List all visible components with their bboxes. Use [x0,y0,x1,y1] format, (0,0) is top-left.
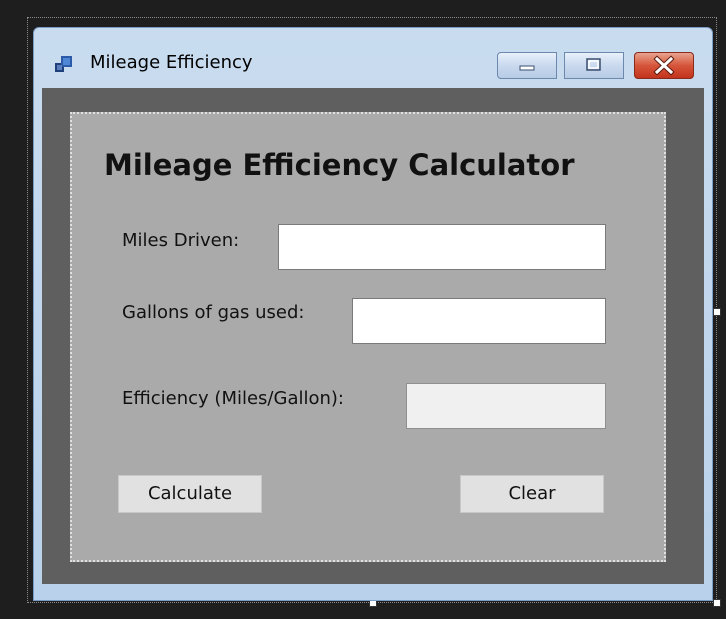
maximize-button[interactable] [564,52,624,79]
title-bar[interactable]: Mileage Efficiency [34,28,712,88]
calculate-button[interactable]: Calculate [118,475,262,513]
gallons-used-label: Gallons of gas used: [122,302,305,323]
miles-driven-input[interactable] [278,224,606,270]
gallons-used-input[interactable] [352,298,606,344]
efficiency-label: Efficiency (Miles/Gallon): [122,388,344,409]
winforms-app-icon [55,56,72,72]
efficiency-output [406,383,606,429]
clear-button[interactable]: Clear [460,475,604,513]
form-window: Mileage Efficiency Mileage Efficiency Ca… [33,27,713,601]
content-panel: Mileage Efficiency Calculator Miles Driv… [70,112,666,562]
minimize-button[interactable] [497,52,557,79]
close-icon [653,55,675,76]
form-heading: Mileage Efficiency Calculator [104,148,575,182]
close-button[interactable] [634,52,694,79]
maximize-icon [586,58,601,71]
form-client-area: Mileage Efficiency Calculator Miles Driv… [42,88,704,584]
miles-driven-label: Miles Driven: [122,230,240,251]
resize-handle-corner[interactable] [713,599,721,607]
resize-handle-right[interactable] [713,308,721,316]
designer-surface: Mileage Efficiency Mileage Efficiency Ca… [0,0,726,619]
window-title: Mileage Efficiency [90,52,253,73]
minimize-icon [519,65,535,71]
